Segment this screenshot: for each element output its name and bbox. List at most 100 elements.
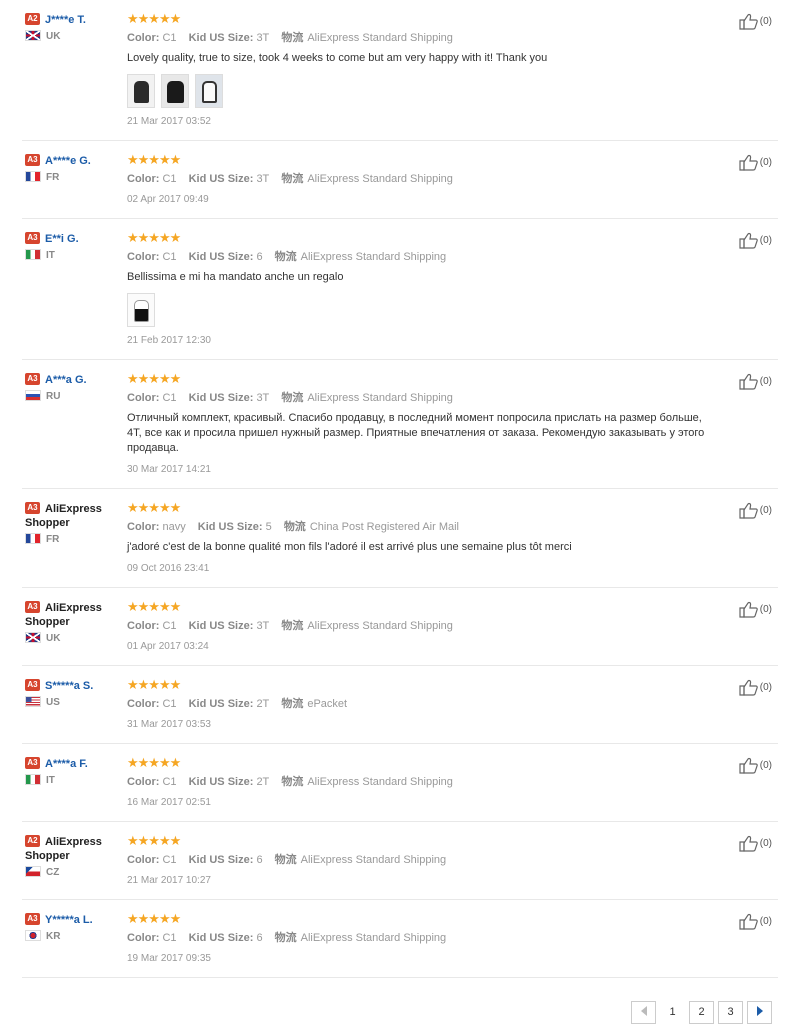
color-value: C1: [162, 776, 177, 788]
review-content: ★★★★★ Color: C1 Kid US Size: 6 物流 AliExpre…: [127, 900, 778, 977]
reviewer-name[interactable]: A3 Y*****a L.: [25, 913, 120, 927]
helpful-button[interactable]: (0): [739, 679, 772, 696]
review-content: ★★★★★ Color: C1 Kid US Size: 6 物流 AliExpre…: [127, 822, 778, 899]
helpful-button[interactable]: (0): [739, 154, 772, 171]
helpful-button[interactable]: (0): [739, 373, 772, 390]
reviewer-name-text: J****e T.: [45, 14, 86, 26]
size-label: Kid US Size:: [188, 776, 254, 788]
reviewer-name: A2 AliExpress Shopper: [25, 835, 120, 863]
reviewer-country: KR: [25, 930, 120, 944]
review-item: A3 Y*****a L. KR ★★★★★ Color: C1 Kid US Size…: [22, 900, 778, 978]
review-text: Отличный комплект, красивый. Спасибо про…: [127, 412, 705, 454]
color-label: Color:: [127, 173, 160, 185]
review-date: 02 Apr 2017 09:49: [127, 194, 209, 205]
reviewer-name: A3 AliExpress Shopper: [25, 502, 120, 530]
color-value: C1: [162, 854, 177, 866]
order-attributes: Color: C1 Kid US Size: 2T 物流 ePacket: [127, 697, 718, 711]
reviewer-country: IT: [25, 774, 120, 788]
review-text: Lovely quality, true to size, took 4 wee…: [127, 52, 548, 64]
next-page-button[interactable]: [747, 1001, 772, 1024]
review-photo-thumbnail[interactable]: [127, 293, 155, 327]
shipping-method: AliExpress Standard Shipping: [307, 32, 453, 44]
helpful-count: (0): [759, 235, 772, 246]
reviewer-country: CZ: [25, 866, 120, 880]
shipping-method: AliExpress Standard Shipping: [307, 620, 453, 632]
helpful-button[interactable]: (0): [739, 601, 772, 618]
country-flag-icon: [25, 249, 41, 260]
color-label: Color:: [127, 32, 160, 44]
prev-page-button[interactable]: [631, 1001, 656, 1024]
review-photo-thumbnail[interactable]: [195, 74, 223, 108]
helpful-button[interactable]: (0): [739, 232, 772, 249]
color-value: C1: [162, 173, 177, 185]
reviewer-info: A3 Y*****a L. KR: [25, 913, 120, 944]
color-value: C1: [162, 251, 177, 263]
star-rating: ★★★★★: [127, 911, 181, 926]
helpful-button[interactable]: (0): [739, 13, 772, 30]
review-item: A3 AliExpress Shopper FR ★★★★★ Color: navy K…: [22, 489, 778, 588]
size-value: 2T: [256, 698, 270, 710]
page-1-button[interactable]: 1: [660, 1001, 685, 1024]
review-photo-thumbnail[interactable]: [127, 74, 155, 108]
helpful-button[interactable]: (0): [739, 757, 772, 774]
logistics-label: 物流: [281, 620, 304, 632]
reviewer-name-text: Y*****a L.: [45, 914, 93, 926]
reviewer-name[interactable]: A3 A****a F.: [25, 757, 120, 771]
shipping-method: China Post Registered Air Mail: [309, 521, 459, 533]
shipping-method: ePacket: [307, 698, 348, 710]
thumbs-up-icon: [739, 601, 758, 618]
helpful-count: (0): [759, 760, 772, 771]
color-value: C1: [162, 932, 177, 944]
review-photo-thumbnail[interactable]: [161, 74, 189, 108]
buyer-level-badge: A2: [25, 13, 40, 25]
reviewer-country: UK: [25, 632, 120, 646]
buyer-level-badge: A3: [25, 913, 40, 925]
shipping-method: AliExpress Standard Shipping: [307, 173, 453, 185]
size-value: 3T: [256, 173, 270, 185]
review-date: 31 Mar 2017 03:53: [127, 719, 211, 730]
reviewer-name[interactable]: A3 E**i G.: [25, 232, 120, 246]
reviewer-name[interactable]: A3 S*****a S.: [25, 679, 120, 693]
size-label: Kid US Size:: [197, 521, 263, 533]
review-list: A2 J****e T. UK ★★★★★ Color: C1 Kid US Size:…: [0, 0, 800, 978]
size-value: 6: [256, 251, 263, 263]
page-3-button[interactable]: 3: [718, 1001, 743, 1024]
order-attributes: Color: C1 Kid US Size: 6 物流 AliExpress St…: [127, 853, 718, 867]
order-attributes: Color: C1 Kid US Size: 6 物流 AliExpress St…: [127, 931, 718, 945]
shipping-method: AliExpress Standard Shipping: [300, 854, 447, 866]
review-content: ★★★★★ Color: C1 Kid US Size: 6 物流 AliExpre…: [127, 219, 778, 359]
reviewer-name[interactable]: A2 J****e T.: [25, 13, 120, 27]
thumbs-up-icon: [739, 835, 758, 852]
helpful-button[interactable]: (0): [739, 502, 772, 519]
color-label: Color:: [127, 620, 160, 632]
review-item: A3 AliExpress Shopper UK ★★★★★ Color: C1 Kid…: [22, 588, 778, 666]
star-rating: ★★★★★: [127, 677, 181, 692]
country-code: FR: [46, 172, 60, 183]
size-value: 6: [256, 854, 263, 866]
reviewer-name-text: A****a F.: [45, 758, 88, 770]
size-value: 6: [256, 932, 263, 944]
size-label: Kid US Size:: [188, 932, 254, 944]
color-value: C1: [162, 392, 177, 404]
color-value: C1: [162, 698, 177, 710]
reviewer-name[interactable]: A3 A****e G.: [25, 154, 120, 168]
page-2-button[interactable]: 2: [689, 1001, 714, 1024]
helpful-button[interactable]: (0): [739, 913, 772, 930]
reviewer-name[interactable]: A3 A***a G.: [25, 373, 120, 387]
reviewer-info: A3 AliExpress Shopper UK: [25, 601, 120, 646]
review-content: ★★★★★ Color: C1 Kid US Size: 2T 物流 AliExpr…: [127, 744, 778, 821]
star-rating: ★★★★★: [127, 833, 181, 848]
helpful-button[interactable]: (0): [739, 835, 772, 852]
review-content: ★★★★★ Color: C1 Kid US Size: 3T 物流 AliExpr…: [127, 0, 778, 140]
buyer-level-badge: A3: [25, 502, 40, 514]
reviewer-country: UK: [25, 30, 120, 44]
review-item: A2 AliExpress Shopper CZ ★★★★★ Color: C1 Kid…: [22, 822, 778, 900]
thumbs-up-icon: [739, 502, 758, 519]
helpful-count: (0): [759, 682, 772, 693]
order-attributes: Color: C1 Kid US Size: 3T 物流 AliExpress S…: [127, 172, 718, 186]
country-code: IT: [46, 250, 55, 261]
reviewer-info: A3 E**i G. IT: [25, 232, 120, 263]
buyer-level-badge: A3: [25, 154, 40, 166]
logistics-label: 物流: [281, 392, 304, 404]
thumbs-up-icon: [739, 232, 758, 249]
